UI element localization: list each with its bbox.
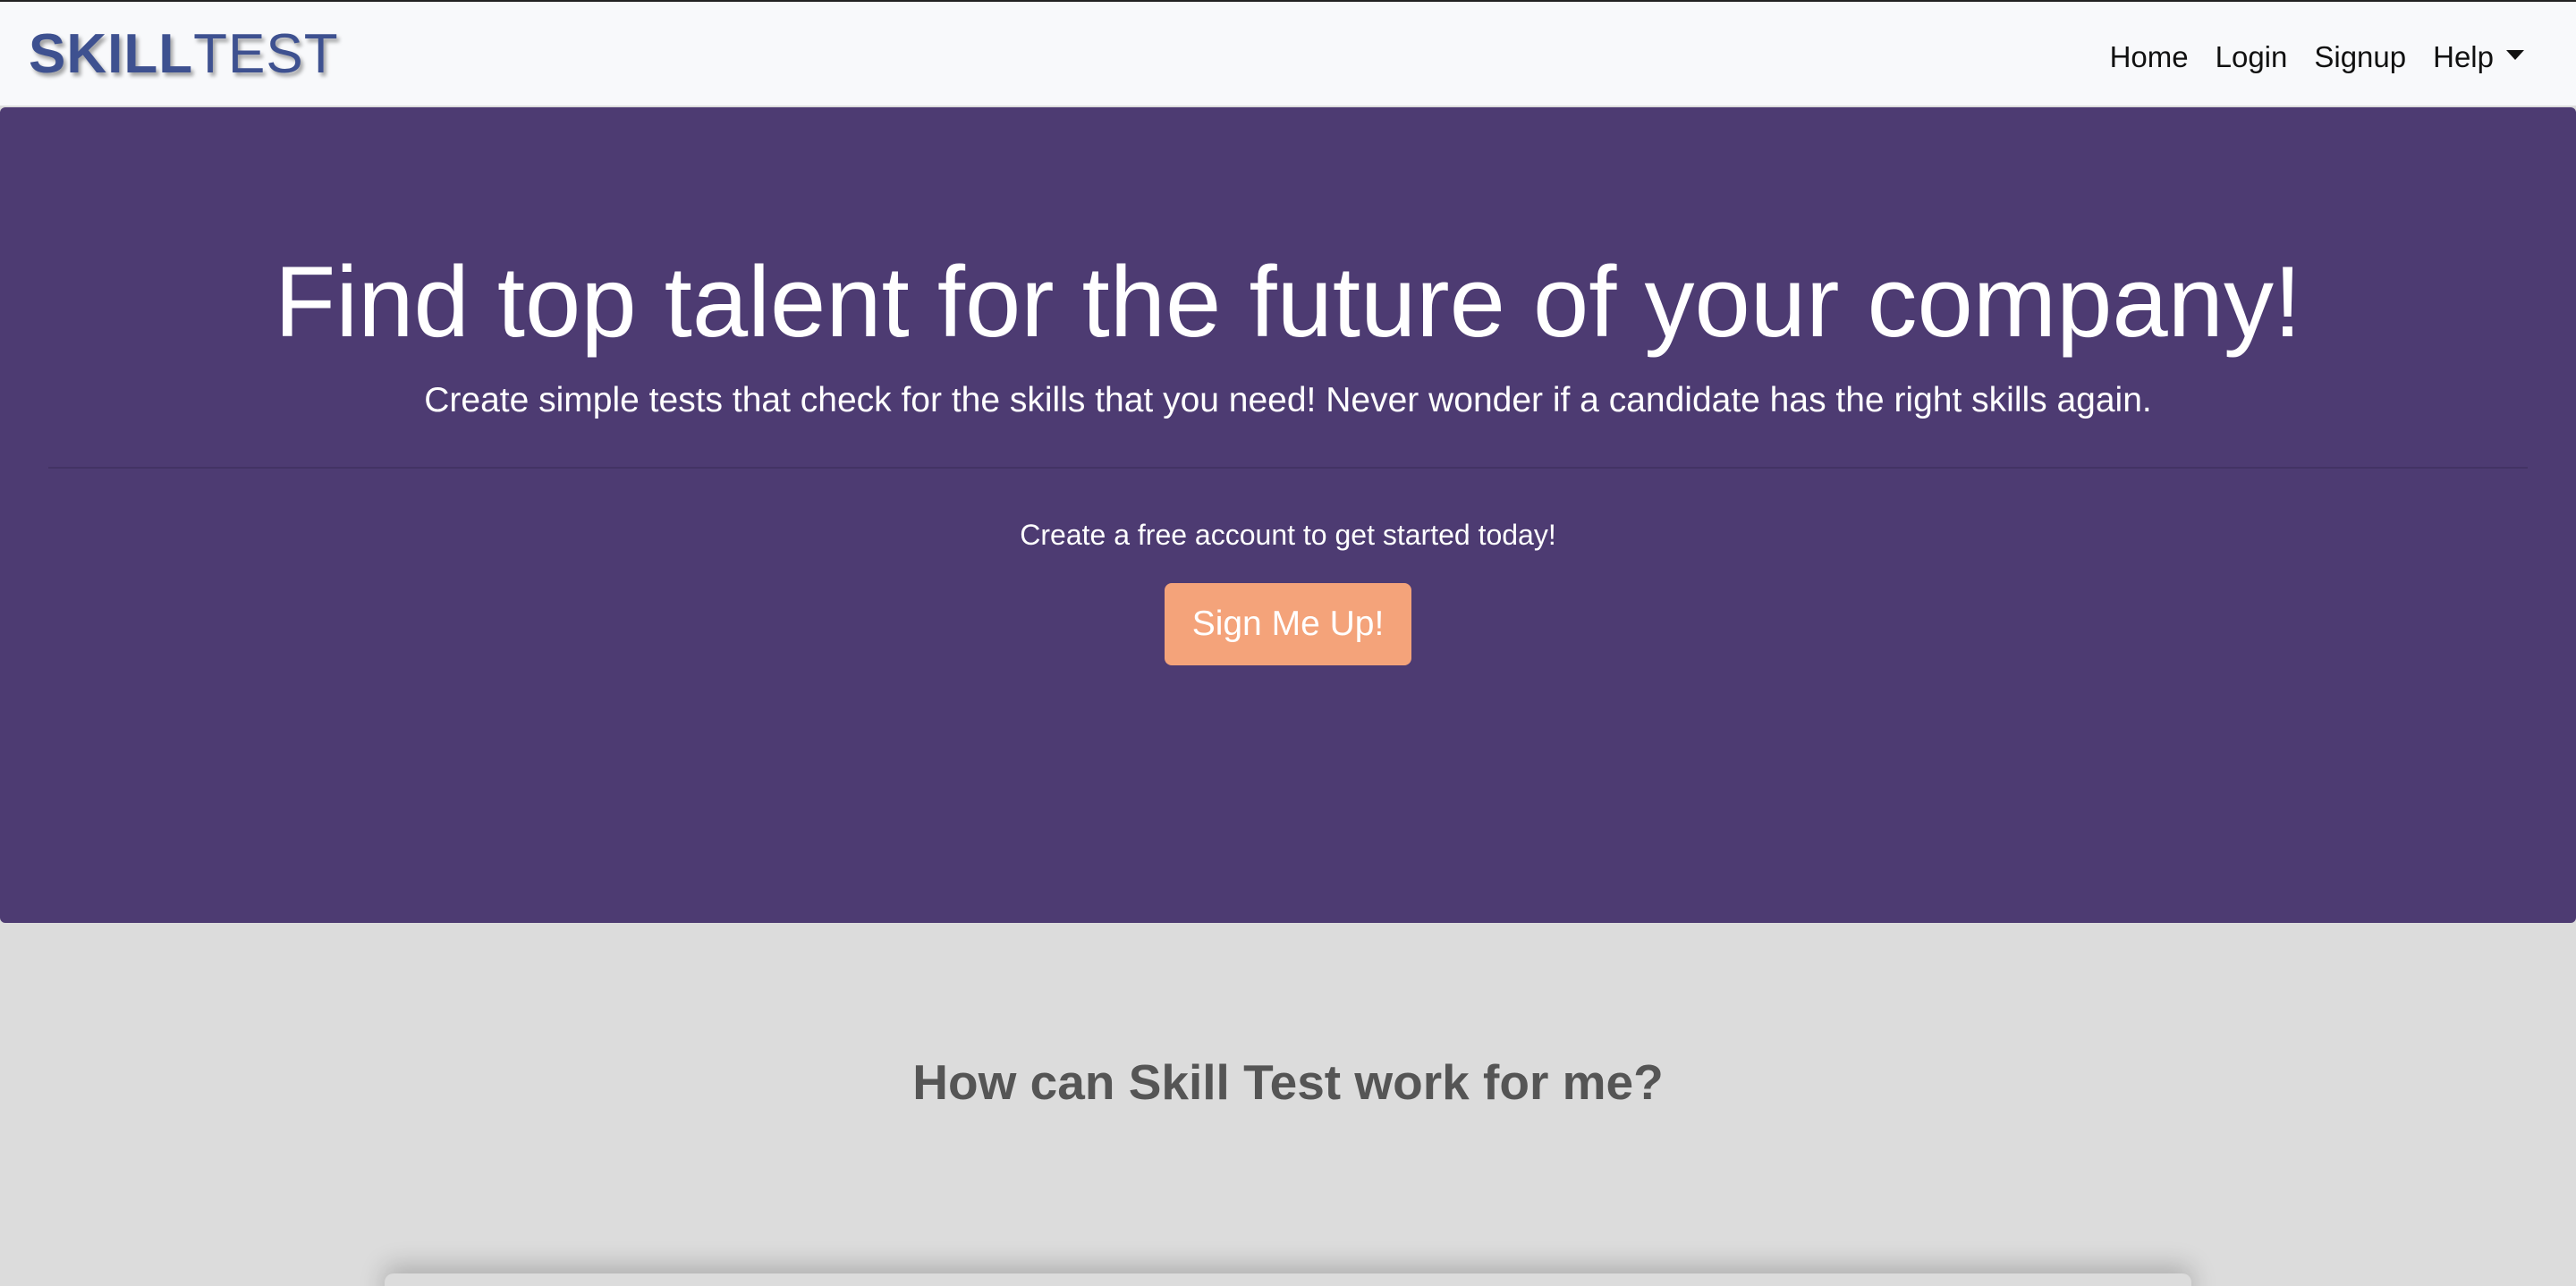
hero-jumbotron: Find top talent for the future of your c… [0, 107, 2576, 923]
nav-login-link[interactable]: Login [2216, 36, 2288, 79]
nav-menu: Home Login Signup Help [2110, 36, 2524, 79]
section-title: How can Skill Test work for me? [912, 1054, 1664, 1110]
brand-logo[interactable]: SKILLTEST [29, 21, 339, 88]
sign-me-up-button[interactable]: Sign Me Up! [1165, 583, 1411, 665]
hero-divider [48, 467, 2528, 469]
nav-signup-link[interactable]: Signup [2314, 36, 2406, 79]
navbar: SKILLTEST Home Login Signup Help [0, 0, 2576, 106]
feature-card [385, 1273, 2191, 1286]
nav-help-label: Help [2433, 40, 2494, 73]
brand-logo-light: TEST [193, 23, 339, 85]
nav-help-dropdown[interactable]: Help [2433, 36, 2524, 79]
brand-logo-bold: SKILL [29, 23, 194, 85]
hero-title: Find top talent for the future of your c… [274, 246, 2302, 358]
nav-home-link[interactable]: Home [2110, 36, 2189, 79]
hero-cta-text: Create a free account to get started tod… [1020, 519, 1556, 551]
hero-subtitle: Create simple tests that check for the s… [424, 381, 2152, 419]
caret-down-icon [2506, 49, 2524, 60]
page: SKILLTEST Home Login Signup Help Find to… [0, 0, 2576, 1286]
